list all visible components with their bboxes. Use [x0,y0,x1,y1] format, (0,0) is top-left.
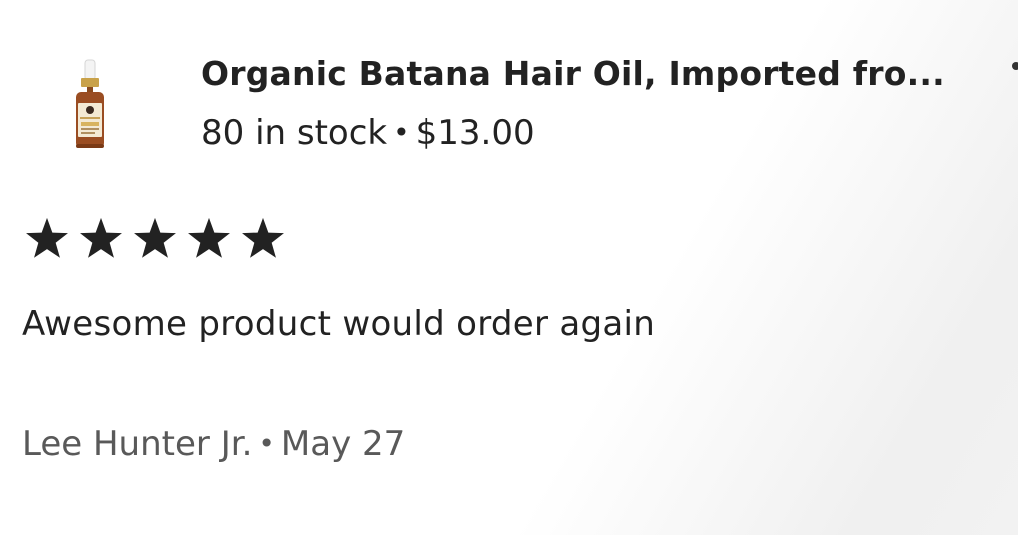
meta-separator: • [393,116,410,149]
review-text: Awesome product would order again [22,304,656,344]
star-icon [80,217,122,258]
more-options-icon[interactable] [1012,62,1018,70]
product-price: $13.00 [415,113,535,153]
star-icon [134,217,176,258]
product-title[interactable]: Organic Batana Hair Oil, Imported fro... [201,54,961,93]
reviewer-name[interactable]: Lee Hunter Jr. [22,424,252,464]
reviewer-info: Lee Hunter Jr. • May 27 [22,424,405,464]
star-rating [22,216,288,262]
stock-count: 80 in stock [201,113,388,153]
star-icon [26,217,68,258]
oil-bottle-image [76,59,104,148]
product-thumbnail[interactable] [66,58,116,154]
reviewer-separator: • [258,427,275,460]
review-date: May 27 [280,424,406,464]
product-stock-price: 80 in stock • $13.00 [201,113,535,153]
star-icon [242,217,284,258]
star-icon [188,217,230,258]
